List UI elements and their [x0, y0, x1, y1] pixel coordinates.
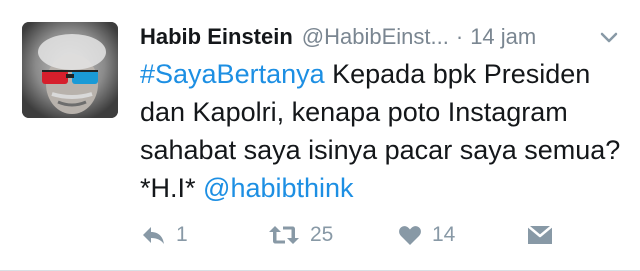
author-handle[interactable]: @HabibEinst...	[302, 24, 449, 50]
like-button[interactable]: 14	[398, 220, 455, 250]
reply-count: 1	[176, 223, 188, 246]
tweet-card[interactable]: Habib Einstein @HabibEinst... · 14 jam #…	[0, 0, 640, 271]
retweet-button[interactable]: 25	[268, 220, 333, 250]
chevron-down-icon[interactable]	[598, 26, 620, 48]
reply-icon	[140, 224, 166, 246]
reply-button[interactable]: 1	[140, 220, 188, 250]
avatar[interactable]	[22, 22, 118, 118]
avatar-image	[22, 22, 118, 118]
hashtag-link[interactable]: #SayaBertanya	[140, 59, 325, 89]
direct-message-icon	[526, 224, 554, 246]
retweet-icon	[268, 224, 300, 246]
direct-message-button[interactable]	[526, 220, 554, 250]
mention-link[interactable]: @habibthink	[203, 173, 354, 203]
tweet-header: Habib Einstein @HabibEinst... · 14 jam	[140, 22, 626, 52]
tweet-text: #SayaBertanya Kepada bpk Presiden dan Ka…	[140, 55, 635, 207]
author-name[interactable]: Habib Einstein	[140, 24, 293, 50]
tweet-actions: 1 25 14	[140, 220, 560, 250]
timestamp[interactable]: 14 jam	[470, 24, 536, 50]
like-count: 14	[432, 223, 456, 246]
separator-dot: ·	[455, 24, 464, 49]
retweet-count: 25	[310, 223, 334, 246]
heart-icon	[398, 224, 422, 246]
